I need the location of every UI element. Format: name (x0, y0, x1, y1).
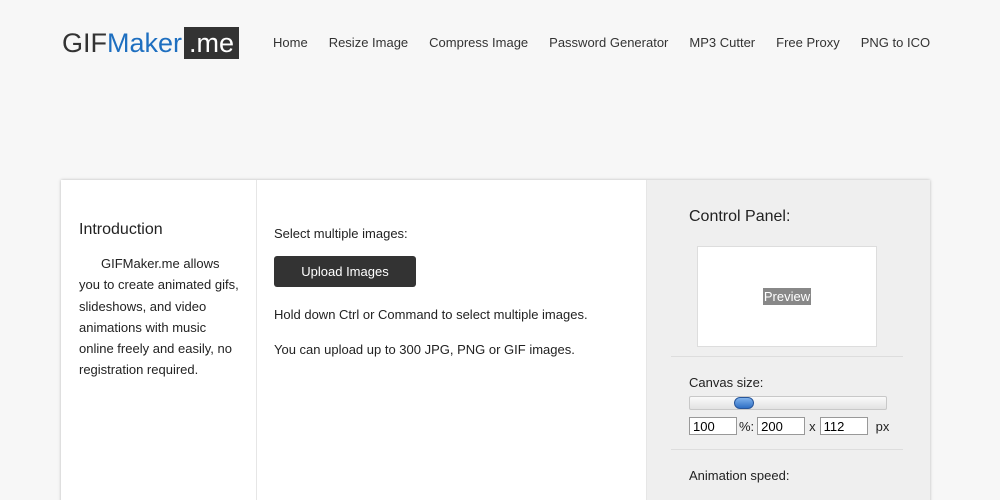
main-nav: Home Resize Image Compress Image Passwor… (273, 35, 951, 50)
upload-hint-limit: You can upload up to 300 JPG, PNG or GIF… (274, 342, 575, 357)
intro-title: Introduction (79, 221, 163, 238)
canvas-size-row: %: x px (689, 417, 930, 435)
nav-png-to-ico[interactable]: PNG to ICO (861, 35, 930, 50)
x-separator: x (809, 418, 816, 434)
percent-suffix: %: (739, 418, 755, 434)
upload-label: Select multiple images: (274, 226, 408, 241)
unit-label: px (875, 418, 890, 434)
nav-resize-image[interactable]: Resize Image (329, 35, 408, 50)
nav-free-proxy[interactable]: Free Proxy (776, 35, 840, 50)
canvas-size-label: Canvas size: (689, 375, 764, 390)
nav-password-generator[interactable]: Password Generator (549, 35, 668, 50)
nav-compress-image[interactable]: Compress Image (429, 35, 528, 50)
logo-text-gif: GIF (62, 28, 107, 58)
canvas-width-input[interactable] (757, 417, 806, 435)
upload-hint-multi-select: Hold down Ctrl or Command to select mult… (274, 307, 588, 322)
canvas-height-input[interactable] (819, 417, 868, 435)
divider (671, 356, 903, 357)
upload-column: Select multiple images: Upload Images Ho… (257, 180, 647, 500)
control-panel-title: Control Panel: (689, 208, 791, 225)
logo-text-me: .me (184, 27, 240, 59)
slider-handle[interactable] (734, 397, 754, 409)
main-card: Introduction GIFMaker.me allows you to c… (61, 180, 930, 500)
divider (671, 449, 903, 450)
preview-label: Preview (762, 288, 812, 305)
preview-area: Preview (697, 246, 877, 347)
control-panel: Control Panel: Preview Canvas size: %: x… (647, 180, 930, 500)
intro-text: GIFMaker.me allows you to create animate… (79, 256, 239, 378)
canvas-percent-input[interactable] (689, 417, 737, 435)
intro-column: Introduction GIFMaker.me allows you to c… (61, 180, 257, 500)
logo-text-maker: Maker (107, 28, 183, 58)
nav-home[interactable]: Home (273, 35, 308, 50)
canvas-size-slider[interactable] (689, 396, 887, 410)
upload-images-button[interactable]: Upload Images (274, 256, 416, 287)
nav-mp3-cutter[interactable]: MP3 Cutter (689, 35, 755, 50)
site-logo[interactable]: GIF Maker .me (62, 27, 240, 59)
animation-speed-label: Animation speed: (689, 468, 790, 483)
